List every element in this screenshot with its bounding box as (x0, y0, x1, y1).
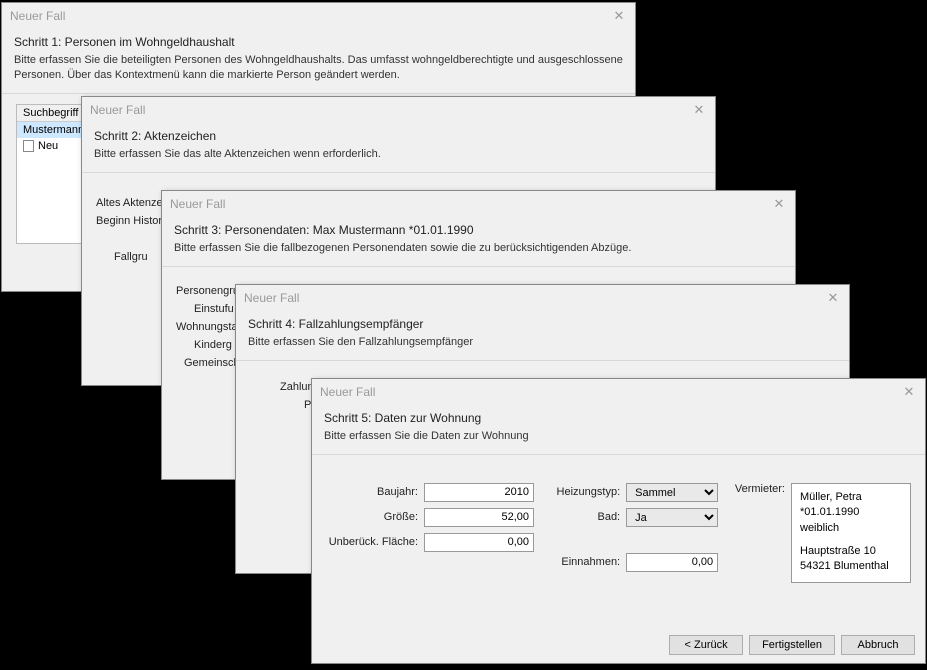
vermieter-panel: Müller, Petra *01.01.1990 weiblich Haupt… (791, 483, 911, 583)
dialog-title: Neuer Fall (320, 385, 375, 399)
close-icon[interactable]: ✕ (689, 101, 709, 119)
bad-select[interactable]: Ja (626, 508, 718, 527)
heizungstyp-select[interactable]: Sammel (626, 483, 718, 502)
close-icon[interactable]: ✕ (899, 383, 919, 401)
wizard-step5-dialog: Neuer Fall ✕ Schritt 5: Daten zur Wohnun… (311, 378, 926, 664)
einnahmen-input[interactable] (626, 553, 718, 572)
titlebar: Neuer Fall ✕ (82, 97, 715, 123)
step-title: Schritt 2: Aktenzeichen (94, 129, 703, 143)
step-title: Schritt 5: Daten zur Wohnung (324, 411, 913, 425)
label-gemeinschaft: Gemeinsch (184, 357, 240, 369)
label-groesse: Größe: (326, 511, 418, 523)
dialog-title: Neuer Fall (170, 197, 225, 211)
label-beginn-historie: Beginn Histor (96, 215, 162, 227)
cancel-button[interactable]: Abbruch (841, 635, 915, 655)
vermieter-birth: *01.01.1990 (800, 505, 902, 520)
titlebar: Neuer Fall ✕ (162, 191, 795, 217)
finish-button[interactable]: Fertigstellen (749, 635, 835, 655)
label-wohnungstatus: Wohnungsta (176, 321, 238, 333)
vermieter-name: Müller, Petra (800, 490, 902, 505)
step-title: Schritt 3: Personendaten: Max Mustermann… (174, 223, 783, 237)
label-kindergeld: Kinderg (194, 339, 232, 351)
step-description: Bitte erfassen Sie die beteiligten Perso… (14, 53, 623, 83)
vermieter-city: 54321 Blumenthal (800, 559, 902, 574)
step-description: Bitte erfassen Sie den Fallzahlungsempfä… (248, 335, 837, 350)
vermieter-gender: weiblich (800, 521, 902, 536)
label-vermieter: Vermieter: (735, 483, 785, 583)
label-einstufung: Einstufu (194, 303, 234, 315)
dialog-title: Neuer Fall (244, 291, 299, 305)
close-icon[interactable]: ✕ (769, 195, 789, 213)
close-icon[interactable]: ✕ (609, 7, 629, 25)
button-bar: < Zurück Fertigstellen Abbruch (669, 635, 915, 655)
unberueck-flaeche-input[interactable] (424, 533, 534, 552)
titlebar: Neuer Fall ✕ (2, 3, 635, 29)
label-fallgruppe: Fallgru (114, 251, 148, 263)
step-title: Schritt 1: Personen im Wohngeldhaushalt (14, 35, 623, 49)
close-icon[interactable]: ✕ (823, 289, 843, 307)
step-description: Bitte erfassen Sie das alte Aktenzeichen… (94, 147, 703, 162)
dialog-title: Neuer Fall (10, 9, 65, 23)
groesse-input[interactable] (424, 508, 534, 527)
label-baujahr: Baujahr: (326, 486, 418, 498)
baujahr-input[interactable] (424, 483, 534, 502)
step-description: Bitte erfassen Sie die Daten zur Wohnung (324, 429, 913, 444)
dialog-title: Neuer Fall (90, 103, 145, 117)
label-bad: Bad: (552, 511, 620, 523)
document-icon (23, 140, 34, 152)
titlebar: Neuer Fall ✕ (236, 285, 849, 311)
titlebar: Neuer Fall ✕ (312, 379, 925, 405)
label-einnahmen: Einnahmen: (552, 556, 620, 568)
label-unberueck-flaeche: Unberück. Fläche: (326, 536, 418, 548)
back-button[interactable]: < Zurück (669, 635, 743, 655)
new-label: Neu (38, 140, 58, 152)
step-description: Bitte erfassen Sie die fallbezogenen Per… (174, 241, 783, 256)
step-title: Schritt 4: Fallzahlungsempfänger (248, 317, 837, 331)
label-heizungstyp: Heizungstyp: (552, 486, 620, 498)
vermieter-street: Hauptstraße 10 (800, 544, 902, 559)
